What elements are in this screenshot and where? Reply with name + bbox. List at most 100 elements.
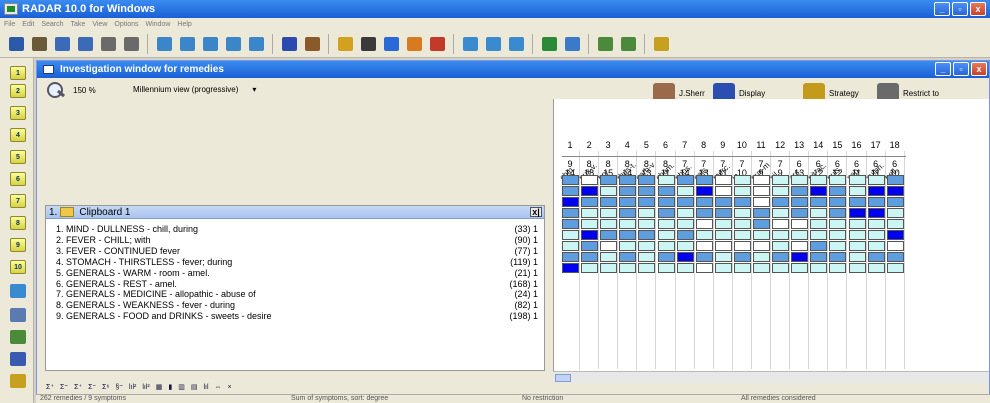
grade-cell[interactable] bbox=[657, 241, 675, 251]
grade-cell[interactable] bbox=[733, 263, 751, 273]
grade-cell[interactable] bbox=[848, 208, 866, 218]
grade-cell[interactable] bbox=[810, 241, 828, 251]
alert-icon-button[interactable] bbox=[335, 34, 355, 54]
binoculars-icon-button[interactable] bbox=[29, 34, 49, 54]
grade-cell[interactable] bbox=[829, 263, 847, 273]
note-icon-button[interactable] bbox=[460, 34, 480, 54]
clipboard-1-icon-button[interactable] bbox=[154, 34, 174, 54]
clipboard-4-icon-button[interactable] bbox=[223, 34, 243, 54]
grade-cell[interactable] bbox=[886, 263, 904, 273]
grade-cell[interactable] bbox=[714, 241, 732, 251]
grade-cell[interactable] bbox=[657, 197, 675, 207]
remedy-icon[interactable] bbox=[10, 284, 26, 298]
grade-cell[interactable] bbox=[829, 197, 847, 207]
grade-cell[interactable] bbox=[753, 175, 770, 185]
grade-cell[interactable] bbox=[810, 230, 828, 240]
grade-cell[interactable] bbox=[619, 219, 637, 229]
grade-cell[interactable] bbox=[695, 230, 713, 240]
calendar-icon-button[interactable] bbox=[483, 34, 503, 54]
grade-cell[interactable] bbox=[676, 175, 694, 185]
grade-cell[interactable] bbox=[848, 186, 866, 196]
grade-cell[interactable] bbox=[753, 263, 770, 273]
grade-cell[interactable] bbox=[581, 219, 599, 229]
grade-cell[interactable] bbox=[638, 263, 656, 273]
rubric-row[interactable]: 2. FEVER - CHILL; with (90) 1 bbox=[56, 235, 538, 245]
grade-cell[interactable] bbox=[600, 186, 618, 196]
grade-cell[interactable] bbox=[810, 208, 828, 218]
grade-cell[interactable] bbox=[867, 241, 885, 251]
grade-cell[interactable] bbox=[638, 252, 656, 262]
clipboard-3-icon-button[interactable] bbox=[200, 34, 220, 54]
grade-cell[interactable] bbox=[562, 186, 579, 196]
bottom-tool-button[interactable]: §⁼ bbox=[115, 383, 123, 391]
grid-horizontal-scrollbar[interactable] bbox=[553, 371, 989, 383]
bottom-tool-button[interactable]: Σ⁼ bbox=[88, 383, 96, 391]
sum-icon-button[interactable] bbox=[404, 34, 424, 54]
grade-cell[interactable] bbox=[733, 252, 751, 262]
bottom-tool-button[interactable]: × bbox=[228, 384, 232, 391]
grade-cell[interactable] bbox=[619, 252, 637, 262]
grade-cell[interactable] bbox=[848, 175, 866, 185]
grade-cell[interactable] bbox=[581, 186, 599, 196]
clipboard-2-tab-icon[interactable]: 2 bbox=[10, 84, 26, 98]
grade-cell[interactable] bbox=[772, 241, 790, 251]
grade-cell[interactable] bbox=[829, 230, 847, 240]
grade-cell[interactable] bbox=[886, 219, 904, 229]
grade-cell[interactable] bbox=[867, 252, 885, 262]
grade-cell[interactable] bbox=[810, 252, 828, 262]
grade-cell[interactable] bbox=[791, 175, 809, 185]
grade-cell[interactable] bbox=[676, 263, 694, 273]
grade-cell[interactable] bbox=[867, 230, 885, 240]
grade-cell[interactable] bbox=[695, 252, 713, 262]
grade-cell[interactable] bbox=[791, 219, 809, 229]
grade-cell[interactable] bbox=[810, 263, 828, 273]
grade-cell[interactable] bbox=[772, 230, 790, 240]
grade-cell[interactable] bbox=[638, 197, 656, 207]
grade-cell[interactable] bbox=[695, 241, 713, 251]
grade-cell[interactable] bbox=[638, 175, 656, 185]
grade-cell[interactable] bbox=[695, 197, 713, 207]
grade-cell[interactable] bbox=[600, 230, 618, 240]
grade-cell[interactable] bbox=[810, 219, 828, 229]
menu-item-take[interactable]: Take bbox=[71, 21, 86, 28]
grade-cell[interactable] bbox=[810, 186, 828, 196]
menu-item-search[interactable]: Search bbox=[41, 21, 63, 28]
grade-cell[interactable] bbox=[714, 263, 732, 273]
rubric-row[interactable]: 1. MIND - DULLNESS - chill, during (33) 1 bbox=[56, 224, 538, 234]
grade-cell[interactable] bbox=[867, 186, 885, 196]
bottom-tool-button[interactable]: Σ⁶ bbox=[102, 384, 109, 391]
grade-cell[interactable] bbox=[867, 208, 885, 218]
grade-cell[interactable] bbox=[600, 252, 618, 262]
grade-cell[interactable] bbox=[562, 208, 579, 218]
grade-cell[interactable] bbox=[619, 186, 637, 196]
inner-minimize-button[interactable]: _ bbox=[935, 62, 951, 76]
grade-cell[interactable] bbox=[886, 186, 904, 196]
grade-cell[interactable] bbox=[733, 175, 751, 185]
grade-cell[interactable] bbox=[695, 208, 713, 218]
grade-cell[interactable] bbox=[676, 219, 694, 229]
grade-cell[interactable] bbox=[600, 197, 618, 207]
open-icon-button[interactable] bbox=[6, 34, 26, 54]
grade-cell[interactable] bbox=[848, 241, 866, 251]
grade-cell[interactable] bbox=[772, 252, 790, 262]
grade-cell[interactable] bbox=[676, 186, 694, 196]
grade-cell[interactable] bbox=[562, 252, 579, 262]
grade-cell[interactable] bbox=[772, 197, 790, 207]
help-icon-button[interactable] bbox=[98, 34, 118, 54]
grade-cell[interactable] bbox=[733, 241, 751, 251]
grade-cell[interactable] bbox=[829, 241, 847, 251]
grade-cell[interactable] bbox=[638, 219, 656, 229]
bottom-tool-button[interactable]: ⇔ bbox=[215, 384, 222, 391]
grade-cell[interactable] bbox=[886, 230, 904, 240]
grade-cell[interactable] bbox=[886, 197, 904, 207]
grade-cell[interactable] bbox=[772, 208, 790, 218]
grade-cell[interactable] bbox=[772, 175, 790, 185]
clipboard-10-tab-icon[interactable]: 10 bbox=[10, 260, 26, 274]
grade-cell[interactable] bbox=[848, 252, 866, 262]
zoom-control[interactable]: 150 % bbox=[47, 82, 96, 98]
grade-cell[interactable] bbox=[886, 241, 904, 251]
grade-cell[interactable] bbox=[657, 186, 675, 196]
scrollbar-thumb[interactable] bbox=[555, 374, 571, 382]
clipboard-1-tab-icon[interactable]: 1 bbox=[10, 66, 26, 80]
menu-item-file[interactable]: File bbox=[4, 21, 15, 28]
